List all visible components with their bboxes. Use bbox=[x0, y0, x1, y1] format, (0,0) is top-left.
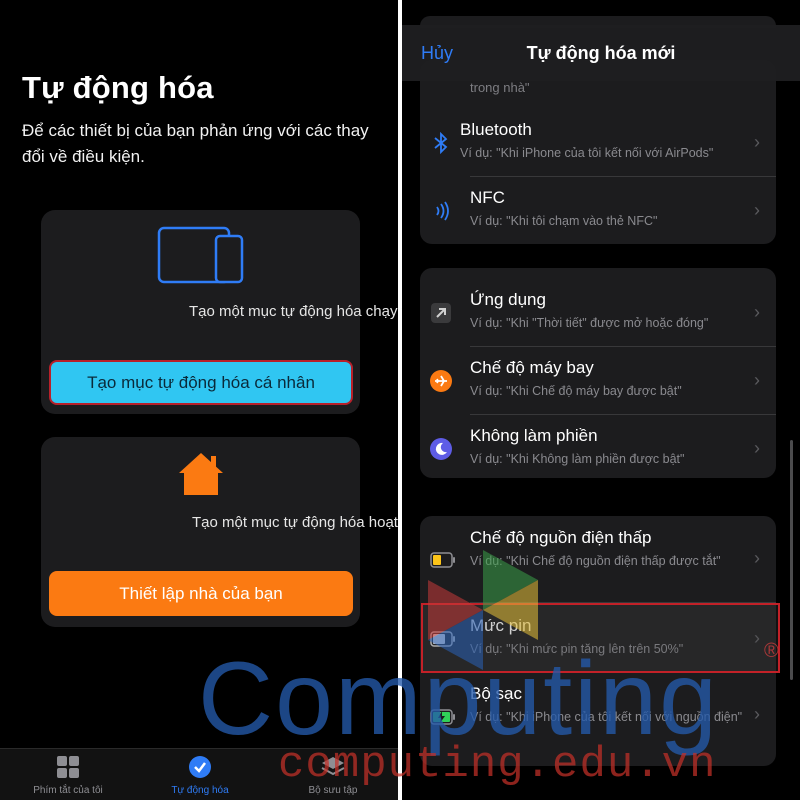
trigger-row-do-not-disturb[interactable]: Không làm phiền Ví dụ: "Khi Không làm ph… bbox=[420, 416, 776, 482]
tab-my-shortcuts[interactable]: Phím tắt của tôi bbox=[8, 755, 128, 796]
nfc-icon bbox=[436, 201, 449, 221]
row-title: Bluetooth bbox=[460, 120, 532, 139]
grid-icon bbox=[57, 756, 79, 778]
trigger-row-airplane-mode[interactable]: Chế độ máy bay Ví dụ: "Khi Chế độ máy ba… bbox=[420, 348, 776, 414]
tab-automation[interactable]: Tự động hóa bbox=[140, 755, 260, 796]
row-title: Không làm phiền bbox=[470, 426, 598, 445]
tab-label: Phím tắt của tôi bbox=[33, 785, 103, 796]
trigger-row-app[interactable]: Ứng dụng Ví dụ: "Khi "Thời tiết" được mở… bbox=[420, 280, 776, 346]
divider bbox=[470, 414, 776, 415]
row-title: Ứng dụng bbox=[470, 290, 546, 309]
page-subtitle: Để các thiết bị của bạn phản ứng với các… bbox=[22, 121, 369, 166]
page-title: Tự động hóa bbox=[22, 70, 214, 105]
row-title: NFC bbox=[470, 188, 505, 207]
create-personal-automation-button[interactable]: Tạo mục tự động hóa cá nhân bbox=[49, 360, 353, 405]
chevron-right-icon: › bbox=[754, 200, 760, 220]
trigger-row-bluetooth[interactable]: Bluetooth Ví dụ: "Khi iPhone của tôi kết… bbox=[420, 110, 776, 176]
row-desc: Ví dụ: "Khi tôi chạm vào thẻ NFC" bbox=[470, 214, 658, 228]
chevron-right-icon: › bbox=[754, 438, 760, 458]
row-desc: Ví dụ: "Khi Chế độ máy bay được bật" bbox=[470, 384, 682, 398]
divider bbox=[470, 176, 776, 177]
app-arrow-icon bbox=[431, 303, 451, 323]
chevron-right-icon: › bbox=[754, 132, 760, 152]
tab-label: Tự động hóa bbox=[171, 785, 229, 796]
row-title: Chế độ máy bay bbox=[470, 358, 594, 377]
watermark-registered-mark: ® bbox=[764, 640, 779, 662]
trigger-row-nfc[interactable]: NFC Ví dụ: "Khi tôi chạm vào thẻ NFC" › bbox=[420, 178, 776, 244]
bluetooth-icon bbox=[434, 132, 448, 154]
airplane-icon bbox=[430, 370, 452, 392]
row-desc: Ví dụ: "Khi "Thời tiết" được mở hoặc đón… bbox=[470, 316, 709, 330]
watermark-site: computing.edu.vn bbox=[278, 740, 717, 790]
divider bbox=[470, 346, 776, 347]
nav-title: Tự động hóa mới bbox=[526, 43, 676, 63]
ipad-iphone-icon bbox=[157, 226, 244, 284]
navigation-bar: Hủy Tự động hóa mới bbox=[402, 25, 800, 81]
chevron-right-icon: › bbox=[754, 548, 760, 568]
moon-icon bbox=[430, 438, 452, 460]
chevron-right-icon: › bbox=[754, 302, 760, 322]
home-icon bbox=[179, 453, 223, 495]
partial-row-text: trong nhà" bbox=[470, 80, 530, 95]
chevron-right-icon: › bbox=[754, 704, 760, 724]
setup-home-button[interactable]: Thiết lập nhà của bạn bbox=[49, 571, 353, 616]
chevron-right-icon: › bbox=[754, 370, 760, 390]
row-desc: Ví dụ: "Khi iPhone của tôi kết nối với A… bbox=[460, 146, 714, 160]
row-desc: Ví dụ: "Khi Không làm phiền được bật" bbox=[470, 452, 685, 466]
scroll-indicator[interactable] bbox=[790, 440, 793, 680]
